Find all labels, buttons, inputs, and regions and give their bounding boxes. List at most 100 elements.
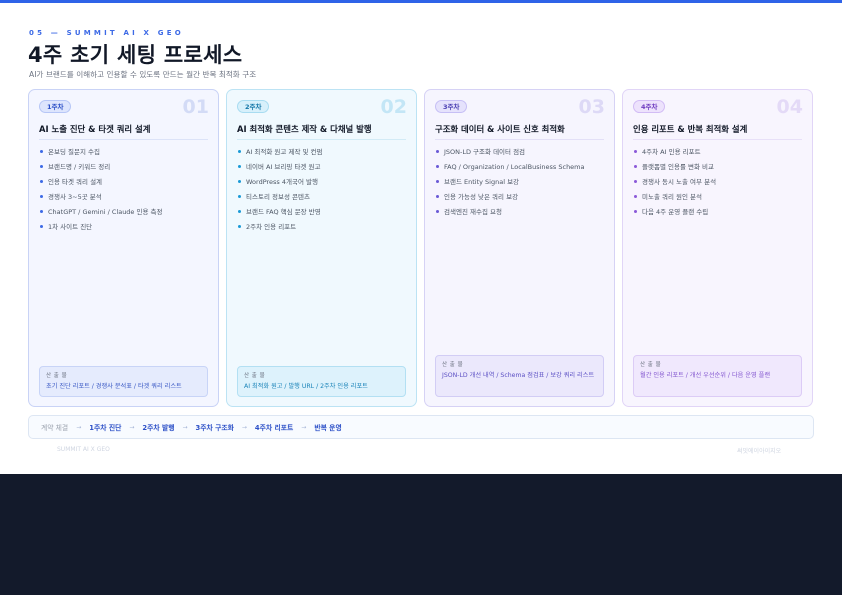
task-list: AI 최적화 원고 제작 및 컨펌 네이버 AI 브리핑 타겟 원고 WordP… <box>238 147 323 237</box>
output-label: 산 출 물 <box>244 373 266 379</box>
card-divider <box>39 139 208 140</box>
list-item-text: 인용 가능성 낮은 쿼리 보강 <box>444 193 519 201</box>
list-item-text: ChatGPT / Gemini / Claude 인용 측정 <box>48 208 163 216</box>
list-item: 미노출 쿼리 원인 분석 <box>634 192 716 207</box>
list-item: 경쟁사 3~5곳 분석 <box>40 192 163 207</box>
list-item-text: 브랜드 FAQ 핵심 문장 반영 <box>246 208 321 216</box>
week-badge: 1주차 <box>39 100 72 113</box>
bullet-icon <box>436 194 439 198</box>
bullet-icon <box>436 179 439 183</box>
output-label: 산 출 물 <box>640 362 662 368</box>
list-item-text: 2주차 인용 리포트 <box>246 223 297 231</box>
list-item: 온보딩 질문지 수집 <box>40 147 163 162</box>
output-text: JSON-LD 개선 내역 / Schema 점검표 / 보강 쿼리 리스트 <box>442 372 595 379</box>
list-item-text: 4주차 AI 인용 리포트 <box>642 148 701 156</box>
bullet-icon <box>40 224 43 228</box>
bullet-icon <box>634 149 637 153</box>
list-item: 네이버 AI 브리핑 타겟 원고 <box>238 162 323 177</box>
bullet-icon <box>40 164 43 168</box>
list-item-text: 플랫폼별 인용률 변화 비교 <box>642 163 714 171</box>
bullet-icon <box>634 179 637 183</box>
list-item: 경쟁사 동시 노출 여부 분석 <box>634 177 716 192</box>
bullet-icon <box>238 224 241 228</box>
step-number: 03 <box>578 96 605 118</box>
list-item-text: 네이버 AI 브리핑 타겟 원고 <box>246 163 321 171</box>
list-item: 플랫폼별 인용률 변화 비교 <box>634 162 716 177</box>
week-card-2: 2주차 02 AI 최적화 콘텐츠 제작 & 다채널 발행 AI 최적화 원고 … <box>226 89 417 407</box>
bullet-icon <box>40 194 43 198</box>
bullet-icon <box>238 164 241 168</box>
flow-start-label: 계약 체결 <box>41 424 69 432</box>
output-box: 산 출 물 월간 인용 리포트 / 개선 우선순위 / 다음 운영 플랜 <box>633 355 802 397</box>
top-accent-bar <box>0 0 842 3</box>
list-item: 브랜드명 / 키워드 정리 <box>40 162 163 177</box>
flow-step: 3주차 구조화 <box>195 424 234 432</box>
list-item-text: FAQ / Organization / LocalBusiness Schem… <box>444 163 585 171</box>
process-flow: 계약 체결 → 1주차 진단 → 2주차 발행 → 3주차 구조화 → 4주차 … <box>41 416 342 438</box>
list-item: FAQ / Organization / LocalBusiness Schem… <box>436 162 585 177</box>
list-item-text: WordPress 4개국어 발행 <box>246 178 318 186</box>
list-item-text: 브랜드 Entity Signal 보강 <box>444 178 520 186</box>
list-item: 티스토리 정보성 콘텐츠 <box>238 192 323 207</box>
week-card-3: 3주차 03 구조화 데이터 & 사이트 신호 최적화 JSON-LD 구조화 … <box>424 89 615 407</box>
week-badge: 3주차 <box>435 100 468 113</box>
card-divider <box>237 139 406 140</box>
arrow-right-icon: → <box>182 423 188 431</box>
list-item-text: 경쟁사 3~5곳 분석 <box>48 193 102 201</box>
arrow-right-icon: → <box>129 423 135 431</box>
output-text: AI 최적화 원고 / 발행 URL / 2주차 인용 리포트 <box>244 383 368 390</box>
card-title: 인용 리포트 & 반복 최적화 설계 <box>633 124 748 134</box>
list-item-text: 티스토리 정보성 콘텐츠 <box>246 193 310 201</box>
bullet-icon <box>238 179 241 183</box>
footer-brand: SUMMIT AI X GEO <box>57 446 110 453</box>
list-item: AI 최적화 원고 제작 및 컨펌 <box>238 147 323 162</box>
flow-step: 1주차 진단 <box>89 424 122 432</box>
arrow-right-icon: → <box>76 423 82 431</box>
list-item: WordPress 4개국어 발행 <box>238 177 323 192</box>
bullet-icon <box>436 164 439 168</box>
bullet-icon <box>40 209 43 213</box>
list-item-text: JSON-LD 구조화 데이터 점검 <box>444 148 526 156</box>
output-label: 산 출 물 <box>46 373 68 379</box>
arrow-right-icon: → <box>301 423 307 431</box>
list-item: 브랜드 FAQ 핵심 문장 반영 <box>238 207 323 222</box>
list-item-text: 1차 사이트 진단 <box>48 223 93 231</box>
bullet-icon <box>634 209 637 213</box>
week-badge: 4주차 <box>633 100 666 113</box>
section-eyebrow: 05 — SUMMIT AI X GEO <box>29 29 184 37</box>
task-list: 4주차 AI 인용 리포트 플랫폼별 인용률 변화 비교 경쟁사 동시 노출 여… <box>634 147 716 222</box>
task-list: 온보딩 질문지 수집 브랜드명 / 키워드 정리 인용 타겟 쿼리 설계 경쟁사… <box>40 147 163 237</box>
list-item: 4주차 AI 인용 리포트 <box>634 147 716 162</box>
arrow-right-icon: → <box>241 423 247 431</box>
output-box: 산 출 물 JSON-LD 개선 내역 / Schema 점검표 / 보강 쿼리… <box>435 355 604 397</box>
flow-step: 반복 운영 <box>314 424 342 432</box>
list-item: 검색엔진 재수집 요청 <box>436 207 585 222</box>
task-list: JSON-LD 구조화 데이터 점검 FAQ / Organization / … <box>436 147 585 222</box>
card-title: AI 노출 진단 & 타겟 쿼리 설계 <box>39 124 151 134</box>
list-item: ChatGPT / Gemini / Claude 인용 측정 <box>40 207 163 222</box>
list-item-text: 인용 타겟 쿼리 설계 <box>48 178 103 186</box>
step-number: 01 <box>182 96 209 118</box>
card-title: AI 최적화 콘텐츠 제작 & 다채널 발행 <box>237 124 372 134</box>
week-badge: 2주차 <box>237 100 270 113</box>
bullet-icon <box>436 209 439 213</box>
list-item-text: 미노출 쿼리 원인 분석 <box>642 193 703 201</box>
bullet-icon <box>238 149 241 153</box>
list-item-text: 온보딩 질문지 수집 <box>48 148 100 156</box>
process-flow-bar: 계약 체결 → 1주차 진단 → 2주차 발행 → 3주차 구조화 → 4주차 … <box>28 415 814 439</box>
output-text: 초기 진단 리포트 / 경쟁사 분석표 / 타겟 쿼리 리스트 <box>46 383 182 390</box>
output-box: 산 출 물 초기 진단 리포트 / 경쟁사 분석표 / 타겟 쿼리 리스트 <box>39 366 208 397</box>
flow-step: 2주차 발행 <box>142 424 175 432</box>
list-item-text: 브랜드명 / 키워드 정리 <box>48 163 111 171</box>
list-item: 인용 타겟 쿼리 설계 <box>40 177 163 192</box>
step-number: 04 <box>776 96 803 118</box>
flow-step: 4주차 리포트 <box>254 424 294 432</box>
list-item-text: 검색엔진 재수집 요청 <box>444 208 502 216</box>
bullet-icon <box>40 149 43 153</box>
slide: 05 — SUMMIT AI X GEO 4주 초기 세팅 프로세스 AI가 브… <box>0 0 842 474</box>
bullet-icon <box>40 179 43 183</box>
week-card-1: 1주차 01 AI 노출 진단 & 타겟 쿼리 설계 온보딩 질문지 수집 브랜… <box>28 89 219 407</box>
page-title: 4주 초기 세팅 프로세스 <box>28 43 243 67</box>
bullet-icon <box>436 149 439 153</box>
list-item-text: 경쟁사 동시 노출 여부 분석 <box>642 178 717 186</box>
